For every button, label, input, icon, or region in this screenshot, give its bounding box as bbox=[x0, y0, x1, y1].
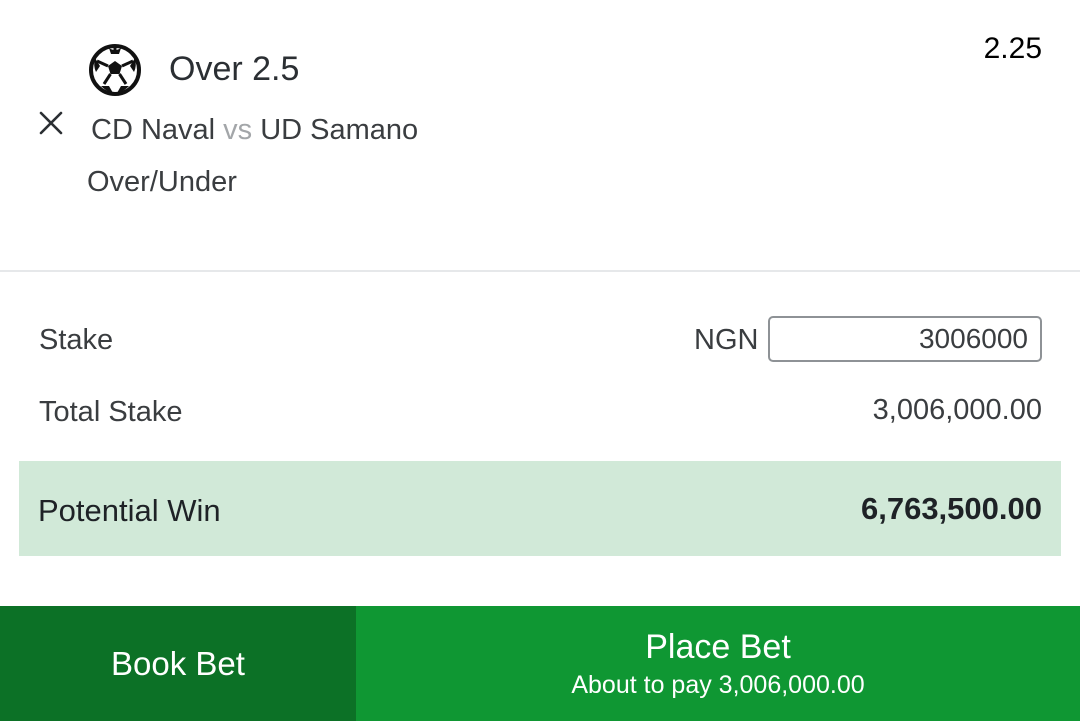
vs-label: vs bbox=[223, 114, 253, 146]
potential-win-label: Potential Win bbox=[38, 493, 221, 528]
total-stake-label: Total Stake bbox=[39, 396, 183, 428]
match-name: CD Naval vs UD Samano bbox=[91, 114, 418, 147]
book-bet-button[interactable]: Book Bet bbox=[0, 606, 356, 721]
home-team: CD Naval bbox=[91, 114, 216, 146]
away-team: UD Samano bbox=[260, 114, 419, 146]
odds-value: 2.25 bbox=[983, 32, 1042, 65]
bet-selection: Over 2.5 2.25 CD Naval vs UD Samano Over… bbox=[0, 0, 1080, 270]
soccer-ball-icon bbox=[89, 44, 141, 96]
selection-title: Over 2.5 bbox=[169, 50, 300, 88]
market-name: Over/Under bbox=[87, 166, 237, 198]
total-stake-value: 3,006,000.00 bbox=[872, 394, 1042, 426]
stake-input[interactable] bbox=[768, 316, 1042, 362]
currency-label: NGN bbox=[694, 324, 759, 356]
divider bbox=[0, 270, 1080, 272]
potential-win-value: 6,763,500.00 bbox=[860, 491, 1042, 526]
potential-win-row: Potential Win 6,763,500.00 bbox=[19, 461, 1061, 556]
place-bet-button[interactable]: Place Bet About to pay 3,006,000.00 bbox=[356, 606, 1080, 721]
close-icon[interactable] bbox=[36, 108, 66, 138]
place-bet-label: Place Bet bbox=[645, 627, 791, 666]
stake-row: Stake NGN bbox=[0, 316, 1080, 362]
place-bet-amount: About to pay 3,006,000.00 bbox=[571, 670, 865, 699]
total-stake-row: Total Stake 3,006,000.00 bbox=[0, 392, 1080, 436]
book-bet-label: Book Bet bbox=[111, 644, 245, 682]
stake-label: Stake bbox=[39, 324, 114, 356]
